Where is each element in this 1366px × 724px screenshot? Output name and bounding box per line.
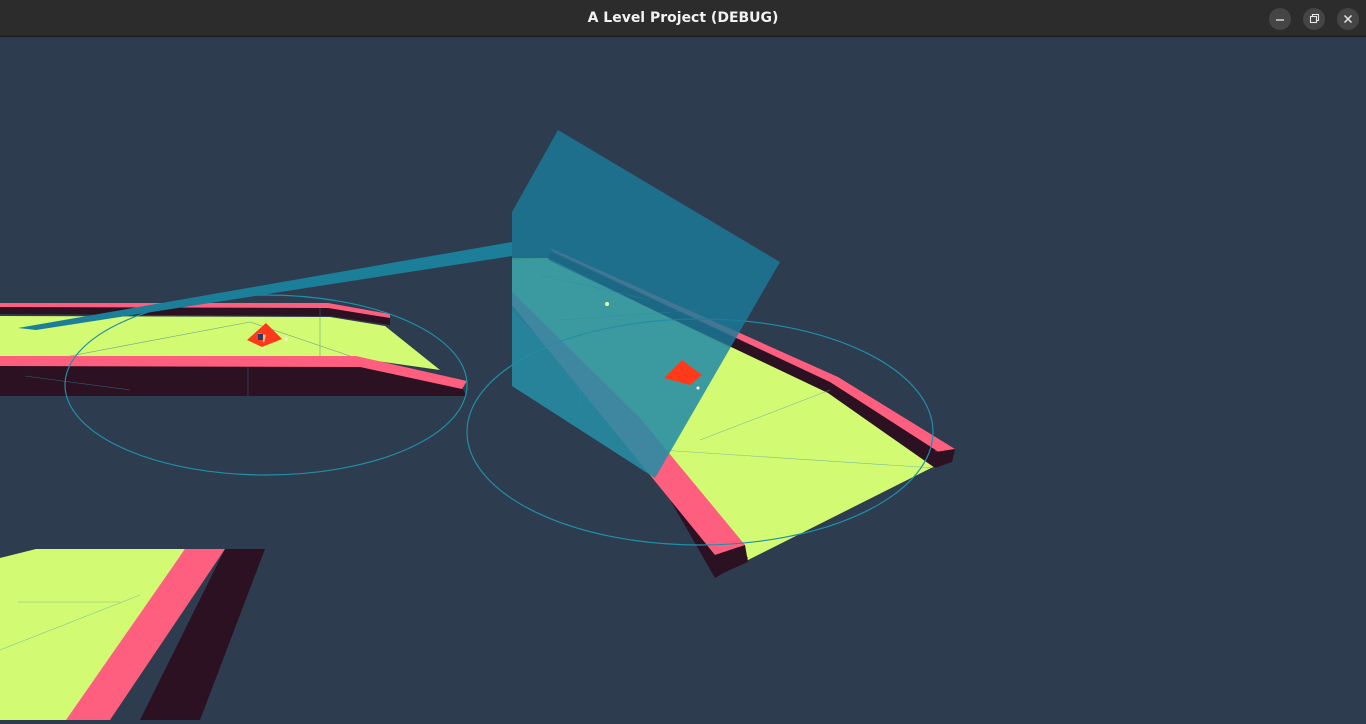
- game-scene: [0, 130, 955, 720]
- window-titlebar[interactable]: A Level Project (DEBUG): [0, 0, 1366, 37]
- restore-icon: [1309, 13, 1320, 24]
- debug-beam: [18, 242, 512, 330]
- minimize-button[interactable]: [1269, 8, 1291, 30]
- close-button[interactable]: [1337, 8, 1359, 30]
- close-icon: [1343, 14, 1353, 24]
- game-viewport[interactable]: [0, 37, 1366, 720]
- window-title: A Level Project (DEBUG): [587, 10, 779, 26]
- bottom-left-platform: [0, 549, 265, 720]
- minimize-icon: [1276, 19, 1284, 21]
- restore-button[interactable]: [1303, 8, 1325, 30]
